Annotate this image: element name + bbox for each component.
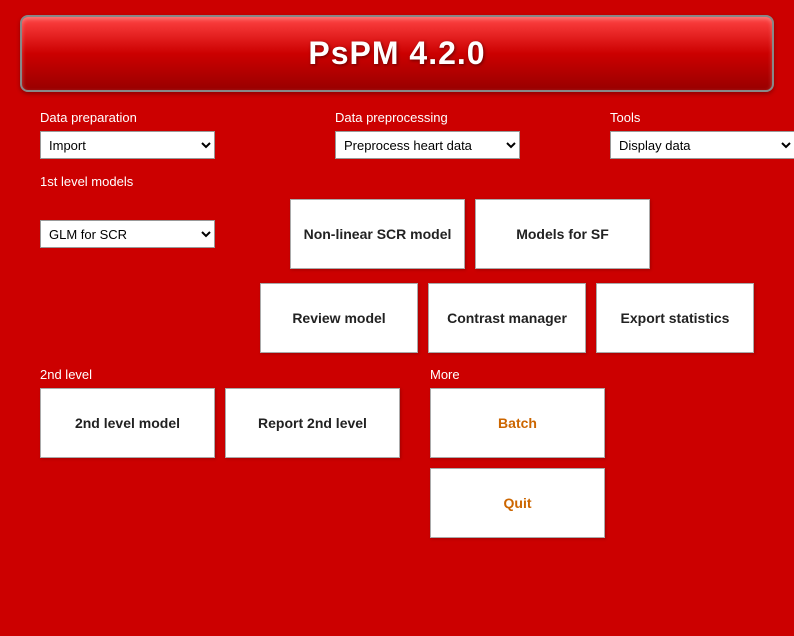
first-level-label: 1st level models: [40, 174, 133, 189]
models-sf-button[interactable]: Models for SF: [475, 199, 650, 269]
review-model-button[interactable]: Review model: [260, 283, 418, 353]
tools-select[interactable]: Display data Settings: [610, 131, 794, 159]
contrast-manager-button[interactable]: Contrast manager: [428, 283, 586, 353]
second-level-label: 2nd level: [40, 367, 400, 382]
glm-select[interactable]: GLM for SCR GLM for SPS DCM: [40, 220, 215, 248]
more-label: More: [430, 367, 605, 382]
quit-button[interactable]: Quit: [430, 468, 605, 538]
second-level-buttons: 2nd level model Report 2nd level: [40, 388, 400, 458]
second-level-left: 2nd level 2nd level model Report 2nd lev…: [40, 367, 400, 458]
more-section: More Batch Quit: [430, 367, 605, 538]
tools-label: Tools: [610, 110, 794, 125]
app-title: PsPM 4.2.0: [40, 35, 754, 72]
first-level-section: 1st level models GLM for SCR GLM for SPS…: [20, 173, 774, 269]
header-banner: PsPM 4.2.0: [20, 15, 774, 92]
data-preparation-group: Data preparation Import Export Merge: [40, 110, 215, 159]
data-preprocessing-select[interactable]: Preprocess heart data Preprocess EEG: [335, 131, 520, 159]
data-preprocessing-label: Data preprocessing: [335, 110, 520, 125]
report-2nd-level-button[interactable]: Report 2nd level: [225, 388, 400, 458]
data-preprocessing-group: Data preprocessing Preprocess heart data…: [335, 110, 520, 159]
more-buttons: Batch Quit: [430, 388, 605, 538]
data-preparation-select[interactable]: Import Export Merge: [40, 131, 215, 159]
data-preparation-label: Data preparation: [40, 110, 215, 125]
tools-group: Tools Display data Settings: [610, 110, 794, 159]
glm-select-group: GLM for SCR GLM for SPS DCM: [40, 220, 215, 248]
second-level-model-button[interactable]: 2nd level model: [40, 388, 215, 458]
second-level-section: 2nd level 2nd level model Report 2nd lev…: [20, 367, 774, 538]
review-row: Review model Contrast manager Export sta…: [20, 283, 774, 353]
main-container: PsPM 4.2.0 Data preparation Import Expor…: [0, 0, 794, 636]
export-statistics-button[interactable]: Export statistics: [596, 283, 754, 353]
batch-button[interactable]: Batch: [430, 388, 605, 458]
non-linear-scr-button[interactable]: Non-linear SCR model: [290, 199, 465, 269]
